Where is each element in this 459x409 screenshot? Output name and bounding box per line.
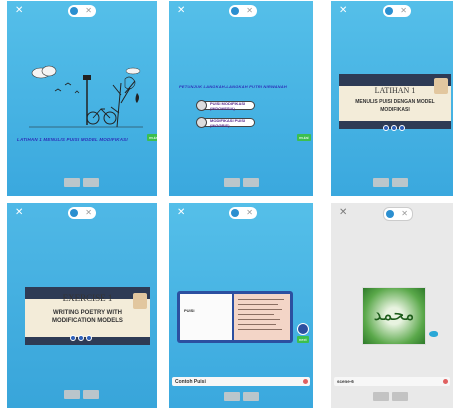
- cyclist-illustration: [29, 65, 143, 128]
- option-english[interactable]: MODIFIKASI PUISI (INGGRIS): [196, 117, 255, 128]
- panel-scene-6: ✕ ✕ محمد scene-6: [331, 203, 453, 408]
- next-button[interactable]: [83, 178, 99, 187]
- option-label: PUISI MODIFIKASI (INDONESIA): [210, 100, 246, 111]
- next-button[interactable]: [83, 390, 99, 399]
- close-icon[interactable]: ✕: [177, 208, 185, 218]
- next-icon[interactable]: [399, 125, 405, 131]
- next-button[interactable]: [243, 392, 259, 401]
- close-icon[interactable]: ✕: [15, 208, 23, 218]
- prev-icon[interactable]: [383, 125, 389, 131]
- close-icon[interactable]: ✕: [15, 6, 23, 16]
- next-circle-icon[interactable]: [297, 323, 309, 335]
- panel-scene-3: ✕ ✕ LATIHAN 1 MENULIS PUISI DENGAN MODEL…: [331, 1, 453, 196]
- book-right-page: [234, 294, 290, 340]
- close-caption-icon[interactable]: [443, 379, 448, 384]
- panel-scene-5: ✕ ✕ PUISI next Contoh Puisi: [169, 203, 313, 408]
- scene-title: LATIHAN 1 MENULIS PUISI MODEL MODIFIKASI: [17, 137, 128, 142]
- panel-scene-4: ✕ ✕ EXERCISE 1 WRITING POETRY WITH MODIF…: [7, 203, 157, 408]
- calligraphy-image: محمد: [362, 287, 426, 345]
- open-book: PUISI: [177, 291, 293, 343]
- start-button[interactable]: mulai: [297, 134, 311, 141]
- caption-text: Contoh Puisi: [175, 378, 206, 385]
- option-label: MODIFIKASI PUISI (INGGRIS): [210, 117, 246, 128]
- instruction-title: PETUNJUK LANGKAH-LANGKAH PUTRI NIRWANAH: [179, 84, 287, 89]
- next-button[interactable]: [243, 178, 259, 187]
- prev-button[interactable]: [373, 178, 389, 187]
- caption-bar: Contoh Puisi: [172, 377, 310, 386]
- speaker-icon: ✕: [400, 6, 407, 15]
- media-controls: [70, 335, 92, 341]
- start-button[interactable]: mulai: [147, 134, 157, 141]
- card-subtitle-2: MODIFIKASI: [380, 107, 410, 113]
- prev-button[interactable]: [224, 392, 240, 401]
- card-subtitle-1: WRITING POETRY WITH: [53, 310, 122, 316]
- speaker-icon: ✕: [85, 6, 92, 15]
- mode-toggle[interactable]: ✕: [229, 207, 257, 219]
- option-indonesia[interactable]: PUISI MODIFIKASI (INDONESIA): [196, 100, 255, 111]
- speaker-icon: ✕: [246, 6, 253, 15]
- close-caption-icon[interactable]: [303, 379, 308, 384]
- next-action-button[interactable]: next: [297, 336, 309, 343]
- mode-toggle[interactable]: ✕: [229, 5, 257, 17]
- speaker-icon: ✕: [401, 209, 408, 218]
- close-icon[interactable]: ✕: [339, 208, 347, 218]
- next-button[interactable]: [392, 178, 408, 187]
- media-controls: [383, 125, 405, 131]
- prev-button[interactable]: [64, 390, 80, 399]
- speaker-icon: ✕: [85, 208, 92, 217]
- book-left-page: PUISI: [180, 294, 232, 340]
- prev-button[interactable]: [224, 178, 240, 187]
- close-icon[interactable]: ✕: [339, 6, 347, 16]
- prev-icon[interactable]: [70, 335, 76, 341]
- close-icon[interactable]: ✕: [177, 6, 185, 16]
- play-icon[interactable]: [391, 125, 397, 131]
- card-subtitle-1: MENULIS PUISI DENGAN MODEL: [355, 99, 435, 105]
- next-icon[interactable]: [86, 335, 92, 341]
- panel-scene-1: ✕ ✕ LATIHAN 1 MENULIS PUISI MODEL MODIFI…: [7, 1, 157, 196]
- prev-button[interactable]: [373, 392, 389, 401]
- caption-text: scene-6: [337, 379, 354, 384]
- mode-toggle[interactable]: ✕: [68, 207, 96, 219]
- card-heading: LATIHAN 1: [374, 86, 416, 95]
- panel-scene-2: ✕ ✕ PETUNJUK LANGKAH-LANGKAH PUTRI NIRWA…: [169, 1, 313, 196]
- next-button[interactable]: [392, 392, 408, 401]
- mode-toggle[interactable]: ✕: [68, 5, 96, 17]
- mode-toggle[interactable]: ✕: [383, 5, 411, 17]
- calligraphy-text: محمد: [373, 304, 415, 325]
- card-heading: EXERCISE 1: [62, 293, 113, 303]
- play-icon[interactable]: [78, 335, 84, 341]
- card-subtitle-2: MODIFICATION MODELS: [52, 318, 123, 324]
- book-title: PUISI: [184, 308, 195, 313]
- mode-toggle[interactable]: ✕: [383, 207, 413, 221]
- fish-icon: [429, 331, 438, 337]
- speaker-icon: ✕: [246, 208, 253, 217]
- caption-bar: scene-6: [334, 377, 450, 386]
- exercise-card: LATIHAN 1 MENULIS PUISI DENGAN MODEL MOD…: [339, 74, 451, 129]
- prev-button[interactable]: [64, 178, 80, 187]
